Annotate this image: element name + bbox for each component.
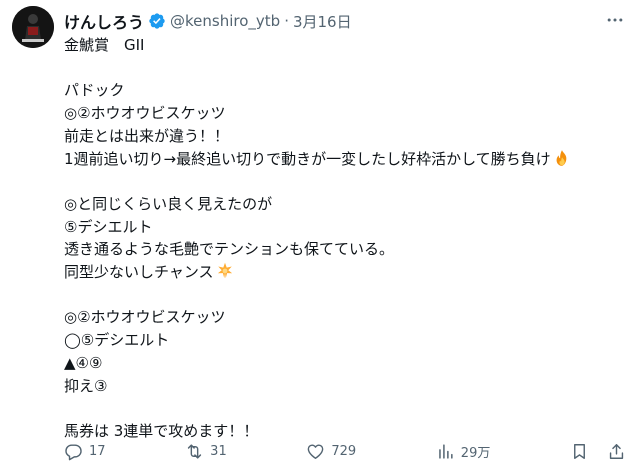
bookmark-icon — [574, 443, 585, 459]
tweet-line-with-fire: 1週前追い切り→最終追い切りで動きが一変したし好枠活かして勝ち負け — [64, 148, 620, 171]
retweet-icon — [188, 443, 202, 459]
reply-count: 17 — [89, 443, 106, 459]
share-icon — [609, 443, 624, 459]
tweet-line: ⑤デシエルト — [64, 217, 153, 236]
separator-dot: · — [284, 12, 289, 30]
tweet-line-text: 同型少ないしチャンス — [64, 263, 214, 281]
tweet-line — [64, 57, 620, 80]
sparkle-icon — [216, 262, 234, 280]
like-count: 729 — [331, 443, 357, 459]
views-count: 29万 — [460, 445, 491, 461]
tweet-line: ◯⑤デシエルト — [64, 331, 170, 350]
tweet: けんしろう @kenshiro_ytb · 3月16日 金鯱賞 GII パドック… — [0, 0, 640, 472]
tweet-line: ◎②ホウオウビスケッツ — [64, 104, 226, 123]
tweet-line-with-sparkle: 同型少ないしチャンス — [64, 261, 620, 284]
reply-icon — [65, 443, 82, 460]
tweet-line: ◎と同じくらい良く見えたのが — [64, 194, 273, 213]
tweet-line: 透き通るような毛艶でテンションも保てている。 — [64, 240, 395, 259]
tweet-line — [64, 397, 620, 420]
tweet-header: けんしろう @kenshiro_ytb · 3月16日 — [64, 9, 600, 33]
tweet-line: ▲④⑨ — [64, 353, 103, 372]
tweet-line — [64, 284, 620, 307]
author-handle[interactable]: @kenshiro_ytb — [170, 12, 280, 30]
tweet-line-text: 1週前追い切り→最終追い切りで動きが一変したし好枠活かして勝ち負け — [64, 149, 551, 168]
avatar-image — [12, 6, 54, 48]
tweet-text: 金鯱賞 GII パドック ◎②ホウオウビスケッツ 前走とは出来が違う！！ 1週前… — [64, 34, 620, 443]
heart-icon — [308, 443, 324, 459]
reply-button[interactable]: 17 — [64, 442, 106, 461]
views-button[interactable]: 29万 — [436, 442, 491, 461]
tweet-line: 前走とは出来が違う！！ — [64, 126, 230, 145]
share-button[interactable] — [607, 442, 626, 461]
author-name[interactable]: けんしろう — [64, 9, 144, 33]
more-options-icon[interactable] — [604, 10, 626, 30]
tweet-date[interactable]: 3月16日 — [293, 11, 352, 32]
tweet-actions: 17 31 729 29万 — [64, 440, 626, 462]
tweet-line: 金鯱賞 GII — [64, 36, 145, 54]
tweet-line: 抑え③ — [64, 376, 108, 395]
tweet-line: パドック — [64, 81, 125, 100]
retweet-button[interactable]: 31 — [185, 442, 227, 461]
tweet-line — [64, 170, 620, 193]
avatar[interactable] — [12, 6, 54, 48]
views-chart-icon — [439, 443, 453, 459]
bookmark-button[interactable] — [570, 442, 589, 461]
like-button[interactable]: 729 — [306, 442, 356, 461]
verified-badge-icon — [148, 12, 166, 30]
retweet-count: 31 — [210, 443, 227, 459]
tweet-line: ◎②ホウオウビスケッツ — [64, 308, 226, 327]
fire-icon — [553, 149, 571, 167]
secondary-actions — [570, 442, 626, 461]
